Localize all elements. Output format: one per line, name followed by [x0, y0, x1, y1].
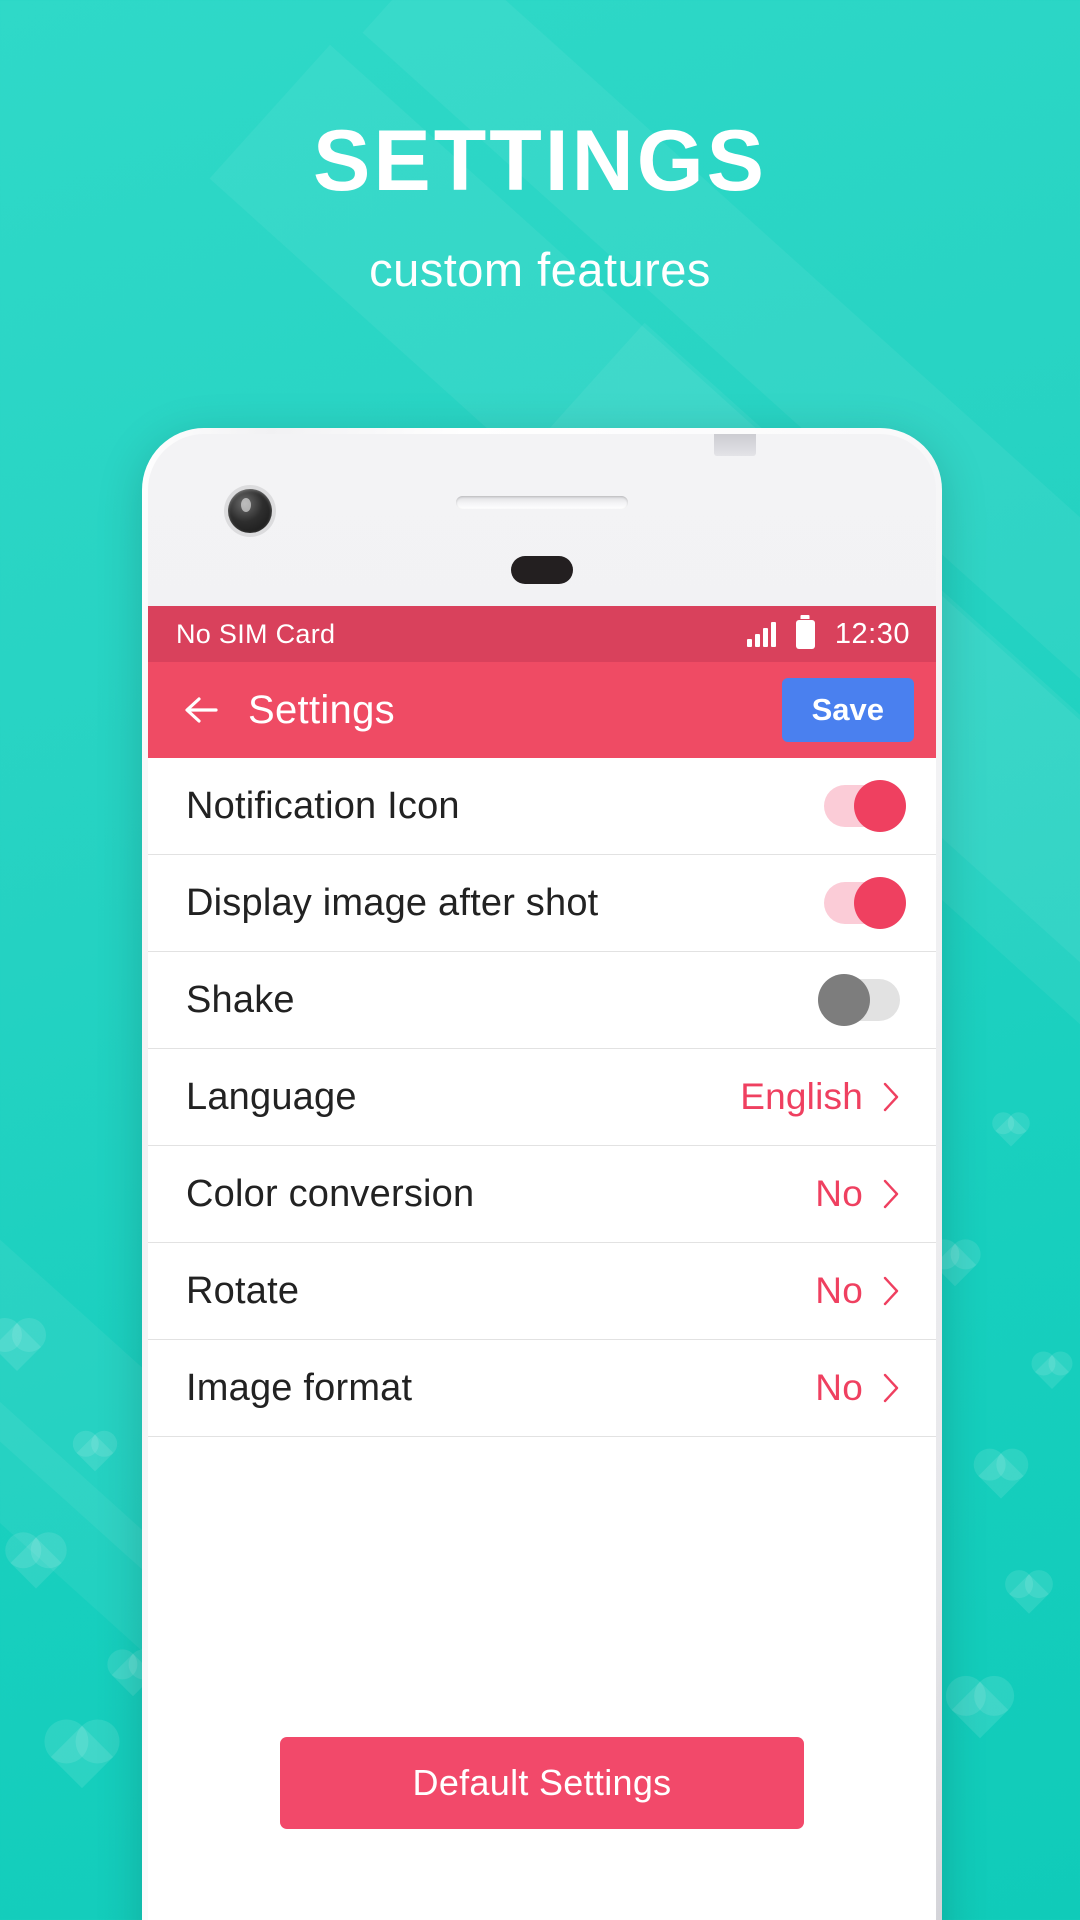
heart-icon	[10, 1537, 62, 1589]
heart-icon	[1035, 1355, 1069, 1389]
toggle-shake[interactable]	[818, 974, 900, 1026]
toggle-notification-icon[interactable]	[824, 780, 906, 832]
row-control: English	[740, 1076, 900, 1118]
phone-screen: No SIM Card 12:30 Settings Save Notifica…	[148, 606, 936, 1920]
chevron-right-icon	[883, 1373, 900, 1403]
row-value: No	[815, 1367, 863, 1408]
row-control: No	[815, 1270, 900, 1312]
row-value: No	[815, 1270, 863, 1311]
status-bar-indicators: 12:30	[746, 617, 910, 651]
toggle-display-image-after-shot[interactable]	[824, 877, 906, 929]
row-value: English	[740, 1076, 863, 1117]
settings-row-language[interactable]: Language English	[148, 1049, 936, 1146]
row-control	[824, 780, 906, 832]
row-label: Image format	[186, 1366, 413, 1409]
heart-icon	[1009, 1574, 1049, 1614]
page-title: SETTINGS	[312, 113, 768, 209]
default-settings-button[interactable]: Default Settings	[280, 1737, 804, 1829]
row-label: Color conversion	[186, 1172, 475, 1215]
settings-row-rotate[interactable]: Rotate No	[148, 1243, 936, 1340]
settings-row-image-format[interactable]: Image format No	[148, 1340, 936, 1437]
status-bar: No SIM Card 12:30	[148, 606, 936, 662]
phone-mockup: No SIM Card 12:30 Settings Save Notifica…	[142, 428, 942, 1920]
row-label: Rotate	[186, 1269, 300, 1312]
row-control	[818, 974, 900, 1026]
proximity-sensor-icon	[511, 556, 573, 584]
row-control	[824, 877, 906, 929]
row-label: Language	[186, 1075, 357, 1118]
settings-list: Notification Icon Display image after sh…	[148, 758, 936, 1437]
heart-icon	[951, 1681, 1009, 1739]
carrier-label: No SIM Card	[176, 618, 336, 649]
chevron-right-icon	[883, 1082, 900, 1112]
signal-bars-icon	[746, 621, 776, 647]
row-control: No	[815, 1173, 900, 1215]
settings-row-notification-icon[interactable]: Notification Icon	[148, 758, 936, 855]
camera-lens-icon	[228, 489, 272, 533]
row-label: Shake	[186, 978, 295, 1021]
settings-row-color-conversion[interactable]: Color conversion No	[148, 1146, 936, 1243]
back-arrow-icon[interactable]	[178, 687, 224, 733]
page-subtitle: custom features	[369, 243, 711, 296]
row-label: Display image after shot	[186, 881, 599, 924]
heart-icon	[978, 1453, 1024, 1499]
heart-icon	[76, 1434, 114, 1472]
page-header: SETTINGS custom features	[0, 0, 1080, 293]
heart-icon	[995, 1115, 1027, 1147]
phone-body: No SIM Card 12:30 Settings Save Notifica…	[148, 434, 936, 1920]
settings-row-shake[interactable]: Shake	[148, 952, 936, 1049]
row-control: No	[815, 1367, 900, 1409]
heart-icon	[0, 1322, 42, 1372]
app-bar-title: Settings	[248, 687, 395, 732]
row-label: Notification Icon	[186, 784, 460, 827]
row-value: No	[815, 1173, 863, 1214]
phone-antenna-band	[714, 434, 756, 456]
battery-full-icon	[795, 619, 815, 649]
settings-row-display-image-after-shot[interactable]: Display image after shot	[148, 855, 936, 952]
chevron-right-icon	[883, 1276, 900, 1306]
save-button[interactable]: Save	[781, 678, 914, 742]
default-settings-container: Default Settings	[148, 1737, 936, 1829]
app-bar: Settings Save	[148, 662, 936, 758]
heart-icon	[50, 1725, 114, 1789]
status-bar-clock: 12:30	[834, 617, 910, 650]
chevron-right-icon	[883, 1179, 900, 1209]
earpiece-speaker-icon	[456, 496, 628, 509]
